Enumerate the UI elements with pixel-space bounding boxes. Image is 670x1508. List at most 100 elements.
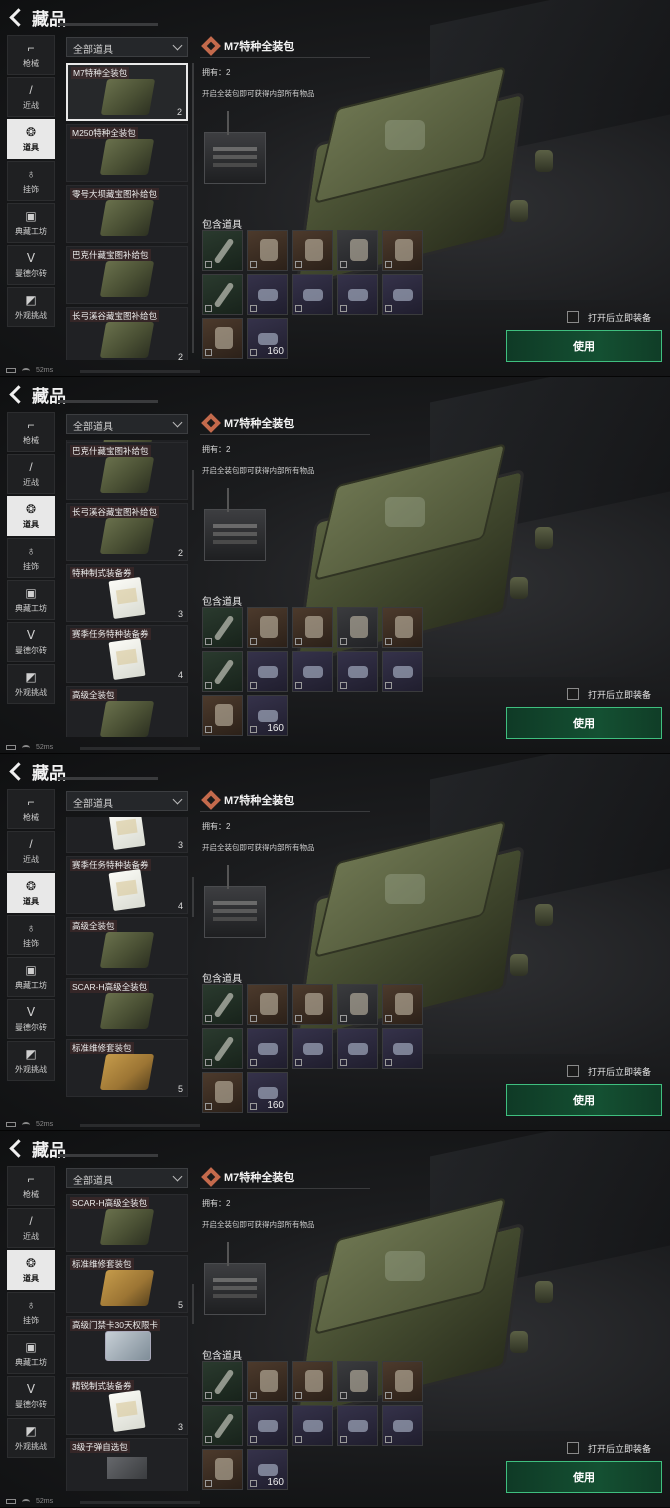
filter-dropdown[interactable]: 全部道具 <box>66 1168 188 1188</box>
use-button[interactable]: 使用 <box>506 330 662 362</box>
back-icon[interactable] <box>6 761 26 781</box>
category-tab-knife[interactable]: / 近战 <box>7 1208 55 1248</box>
contents-item[interactable] <box>292 230 333 271</box>
contents-item[interactable] <box>202 607 243 648</box>
list-item[interactable]: 标准维修套装包 5 <box>66 1255 188 1313</box>
category-tab-charm[interactable]: ♁ 挂饰 <box>7 161 55 201</box>
contents-item[interactable] <box>247 607 288 648</box>
contents-item[interactable] <box>292 274 333 315</box>
contents-item[interactable] <box>382 230 423 271</box>
category-tab-workshop[interactable]: ▣ 典藏工坊 <box>7 203 55 243</box>
list-scrollbar[interactable] <box>192 877 194 917</box>
contents-item[interactable] <box>202 318 243 359</box>
list-item[interactable]: 高级门禁卡30天权限卡 <box>66 1316 188 1374</box>
contents-item[interactable] <box>337 984 378 1025</box>
back-icon[interactable] <box>6 384 26 404</box>
contents-item[interactable] <box>202 695 243 736</box>
list-item[interactable]: M7特种全装包 2 <box>66 63 188 121</box>
contents-item[interactable] <box>337 1405 378 1446</box>
list-item[interactable]: 高级全装包 <box>66 686 188 737</box>
use-button[interactable]: 使用 <box>506 1084 662 1116</box>
contents-item[interactable] <box>202 984 243 1025</box>
category-tab-items[interactable]: ❂ 道具 <box>7 1250 55 1290</box>
contents-item[interactable] <box>247 984 288 1025</box>
item-list[interactable]: M7特种全装包 2 M250特种全装包 零号大坝藏宝图补给包 巴克什藏宝图补给包… <box>66 63 190 360</box>
category-tab-pistol[interactable]: ⌐ 枪械 <box>7 35 55 75</box>
category-tab-knife[interactable]: / 近战 <box>7 77 55 117</box>
contents-item[interactable]: 160 <box>247 1449 288 1490</box>
item-list[interactable]: 巴克什藏宝图补给包 长弓溪谷藏宝图补给包 2 特种制式装备券 3 赛季任务特种装… <box>66 440 190 737</box>
filter-dropdown[interactable]: 全部道具 <box>66 791 188 811</box>
contents-item[interactable] <box>202 1405 243 1446</box>
list-scrollbar[interactable] <box>192 470 194 510</box>
category-tab-knife[interactable]: / 近战 <box>7 831 55 871</box>
contents-item[interactable]: 160 <box>247 695 288 736</box>
list-item[interactable]: 零号大坝藏宝图补给包 <box>66 185 188 243</box>
category-tab-workshop[interactable]: ▣ 典藏工坊 <box>7 957 55 997</box>
contents-item[interactable] <box>292 1405 333 1446</box>
contents-item[interactable] <box>382 274 423 315</box>
contents-item[interactable] <box>202 651 243 692</box>
list-item[interactable]: SCAR-H高级全装包 <box>66 978 188 1036</box>
open-equip-checkbox[interactable] <box>567 1065 579 1077</box>
contents-item[interactable] <box>382 607 423 648</box>
contents-item[interactable] <box>202 1028 243 1069</box>
contents-item[interactable] <box>292 1361 333 1402</box>
category-tab-brick[interactable]: Ⅴ 曼德尔砖 <box>7 622 55 662</box>
contents-item[interactable] <box>292 984 333 1025</box>
contents-item[interactable] <box>337 230 378 271</box>
contents-item[interactable] <box>202 1072 243 1113</box>
category-tab-brick[interactable]: Ⅴ 曼德尔砖 <box>7 1376 55 1416</box>
list-item[interactable]: 巴克什藏宝图补给包 <box>66 246 188 304</box>
category-tab-charm[interactable]: ♁ 挂饰 <box>7 915 55 955</box>
list-item[interactable]: 精锐制式装备券 3 <box>66 1377 188 1435</box>
category-tab-workshop[interactable]: ▣ 典藏工坊 <box>7 1334 55 1374</box>
category-tab-brick[interactable]: Ⅴ 曼德尔砖 <box>7 245 55 285</box>
contents-item[interactable] <box>337 1028 378 1069</box>
list-item[interactable]: 高级全装包 <box>66 917 188 975</box>
list-item[interactable]: 特种制式装备券 3 <box>66 564 188 622</box>
category-tab-knife[interactable]: / 近战 <box>7 454 55 494</box>
filter-dropdown[interactable]: 全部道具 <box>66 37 188 57</box>
list-item[interactable]: 标准维修套装包 5 <box>66 1039 188 1097</box>
category-tab-charm[interactable]: ♁ 挂饰 <box>7 1292 55 1332</box>
back-icon[interactable] <box>6 7 26 27</box>
contents-item[interactable] <box>382 1361 423 1402</box>
list-item[interactable]: SCAR-H高级全装包 <box>66 1194 188 1252</box>
contents-item[interactable] <box>337 607 378 648</box>
use-button[interactable]: 使用 <box>506 1461 662 1493</box>
use-button[interactable]: 使用 <box>506 707 662 739</box>
category-tab-challenge[interactable]: ◩ 外观挑战 <box>7 664 55 704</box>
list-scrollbar[interactable] <box>192 1284 194 1324</box>
contents-item[interactable] <box>292 1028 333 1069</box>
category-tab-charm[interactable]: ♁ 挂饰 <box>7 538 55 578</box>
filter-dropdown[interactable]: 全部道具 <box>66 414 188 434</box>
contents-item[interactable] <box>337 274 378 315</box>
category-tab-pistol[interactable]: ⌐ 枪械 <box>7 412 55 452</box>
list-item[interactable]: 长弓溪谷藏宝图补给包 2 <box>66 307 188 360</box>
category-tab-pistol[interactable]: ⌐ 枪械 <box>7 789 55 829</box>
contents-item[interactable] <box>382 651 423 692</box>
item-list[interactable]: SCAR-H高级全装包 标准维修套装包 5 高级门禁卡30天权限卡 精锐制式装备… <box>66 1194 190 1491</box>
category-tab-brick[interactable]: Ⅴ 曼德尔砖 <box>7 999 55 1039</box>
contents-item[interactable] <box>337 651 378 692</box>
contents-item[interactable] <box>382 1028 423 1069</box>
contents-item[interactable] <box>292 607 333 648</box>
contents-item[interactable] <box>247 1028 288 1069</box>
contents-item[interactable] <box>202 274 243 315</box>
category-tab-pistol[interactable]: ⌐ 枪械 <box>7 1166 55 1206</box>
list-item[interactable]: 巴克什藏宝图补给包 <box>66 442 188 500</box>
contents-item[interactable] <box>202 230 243 271</box>
open-equip-checkbox[interactable] <box>567 311 579 323</box>
contents-item[interactable] <box>202 1449 243 1490</box>
contents-item[interactable] <box>382 984 423 1025</box>
list-scrollbar[interactable] <box>192 63 194 353</box>
list-item[interactable]: 赛季任务特种装备券 4 <box>66 625 188 683</box>
list-item[interactable]: 赛季任务特种装备券 4 <box>66 856 188 914</box>
contents-item[interactable] <box>292 651 333 692</box>
category-tab-items[interactable]: ❂ 道具 <box>7 496 55 536</box>
list-item[interactable]: 长弓溪谷藏宝图补给包 2 <box>66 503 188 561</box>
contents-item[interactable]: 160 <box>247 1072 288 1113</box>
back-icon[interactable] <box>6 1138 26 1158</box>
category-tab-items[interactable]: ❂ 道具 <box>7 873 55 913</box>
